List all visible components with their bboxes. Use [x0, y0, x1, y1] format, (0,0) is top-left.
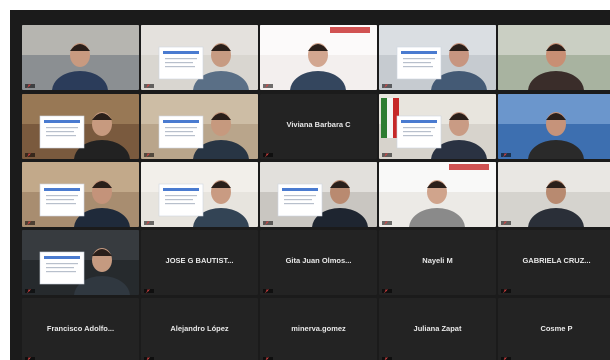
participant-tile[interactable] — [379, 162, 496, 227]
participant-name: Nayeli M — [422, 256, 453, 265]
muted-mic-icon — [27, 84, 31, 88]
participant-tile[interactable] — [22, 162, 139, 227]
participant-name: minerva.gomez — [291, 324, 346, 333]
video-feed — [22, 94, 139, 159]
name-tag — [25, 289, 35, 293]
gallery-view: Viviana Barbara C JOSE G BAUTIST... Gita J… — [10, 10, 610, 360]
video-feed — [379, 25, 496, 90]
participant-name: Francisco Adolfo... — [46, 324, 115, 333]
participant-name: GABRIELA CRUZ... — [522, 256, 591, 265]
video-feed — [141, 162, 258, 227]
name-tag — [382, 153, 392, 157]
participant-tile[interactable]: GABRIELA CRUZ... — [498, 230, 610, 295]
name-tag — [501, 153, 511, 157]
participant-tile[interactable] — [141, 94, 258, 159]
muted-mic-icon — [265, 153, 269, 157]
muted-mic-icon — [146, 221, 150, 225]
name-tag — [263, 289, 273, 293]
muted-mic-icon — [384, 153, 388, 157]
name-tag — [382, 221, 392, 225]
participant-name: Alejandro López — [170, 324, 229, 333]
muted-mic-icon — [27, 221, 31, 225]
video-feed — [141, 25, 258, 90]
video-feed — [141, 94, 258, 159]
video-feed — [22, 25, 139, 90]
participant-tile[interactable]: Gita Juan Olmos... — [260, 230, 377, 295]
name-tag — [25, 221, 35, 225]
name-tag — [144, 153, 154, 157]
participant-tile[interactable]: Viviana Barbara C — [260, 94, 377, 159]
muted-mic-icon — [27, 153, 31, 157]
participant-name: Gita Juan Olmos... — [285, 256, 352, 265]
participant-tile[interactable] — [379, 94, 496, 159]
participant-tile[interactable] — [22, 94, 139, 159]
name-tag — [144, 289, 154, 293]
muted-mic-icon — [503, 289, 507, 293]
muted-mic-icon — [384, 84, 388, 88]
participant-tile[interactable] — [498, 162, 610, 227]
muted-mic-icon — [146, 84, 150, 88]
name-tag — [263, 221, 273, 225]
participant-tile[interactable] — [22, 25, 139, 90]
name-tag — [144, 221, 154, 225]
muted-mic-icon — [503, 153, 507, 157]
muted-mic-icon — [384, 289, 388, 293]
participant-tile[interactable] — [260, 162, 377, 227]
participant-tile[interactable]: Francisco Adolfo... — [22, 298, 139, 360]
participant-tile[interactable] — [379, 25, 496, 90]
participant-tile[interactable] — [141, 25, 258, 90]
participant-tile[interactable]: Cosme P — [498, 298, 610, 360]
video-feed — [379, 162, 496, 227]
participant-tile[interactable]: Alejandro López — [141, 298, 258, 360]
muted-mic-icon — [503, 221, 507, 225]
participant-tile[interactable] — [22, 230, 139, 295]
name-tag — [382, 84, 392, 88]
participant-tile[interactable]: minerva.gomez — [260, 298, 377, 360]
muted-mic-icon — [265, 84, 269, 88]
participant-name: JOSE G BAUTIST... — [165, 256, 234, 265]
name-tag — [382, 289, 392, 293]
video-feed — [498, 94, 610, 159]
video-feed — [260, 25, 377, 90]
video-feed — [260, 162, 377, 227]
video-feed — [498, 25, 610, 90]
name-tag — [144, 84, 154, 88]
video-feed — [22, 230, 139, 295]
muted-mic-icon — [384, 221, 388, 225]
name-tag — [501, 289, 511, 293]
participant-tile[interactable]: JOSE G BAUTIST... — [141, 230, 258, 295]
video-feed — [379, 94, 496, 159]
muted-mic-icon — [265, 289, 269, 293]
name-tag — [263, 153, 273, 157]
participant-name: Juliana Zapat — [413, 324, 462, 333]
participant-tile[interactable]: Juliana Zapat — [379, 298, 496, 360]
participant-name: Viviana Barbara C — [286, 120, 351, 129]
participant-tile[interactable]: Nayeli M — [379, 230, 496, 295]
name-tag — [25, 153, 35, 157]
name-tag — [25, 84, 35, 88]
video-feed — [498, 162, 610, 227]
muted-mic-icon — [27, 289, 31, 293]
muted-mic-icon — [265, 221, 269, 225]
participant-tile[interactable] — [260, 25, 377, 90]
video-feed — [22, 162, 139, 227]
participant-tile[interactable] — [498, 25, 610, 90]
muted-mic-icon — [146, 289, 150, 293]
participant-name: Cosme P — [540, 324, 573, 333]
muted-mic-icon — [146, 153, 150, 157]
name-tag — [501, 221, 511, 225]
participant-tile[interactable] — [498, 94, 610, 159]
name-tag — [263, 84, 273, 88]
participant-tile[interactable] — [141, 162, 258, 227]
